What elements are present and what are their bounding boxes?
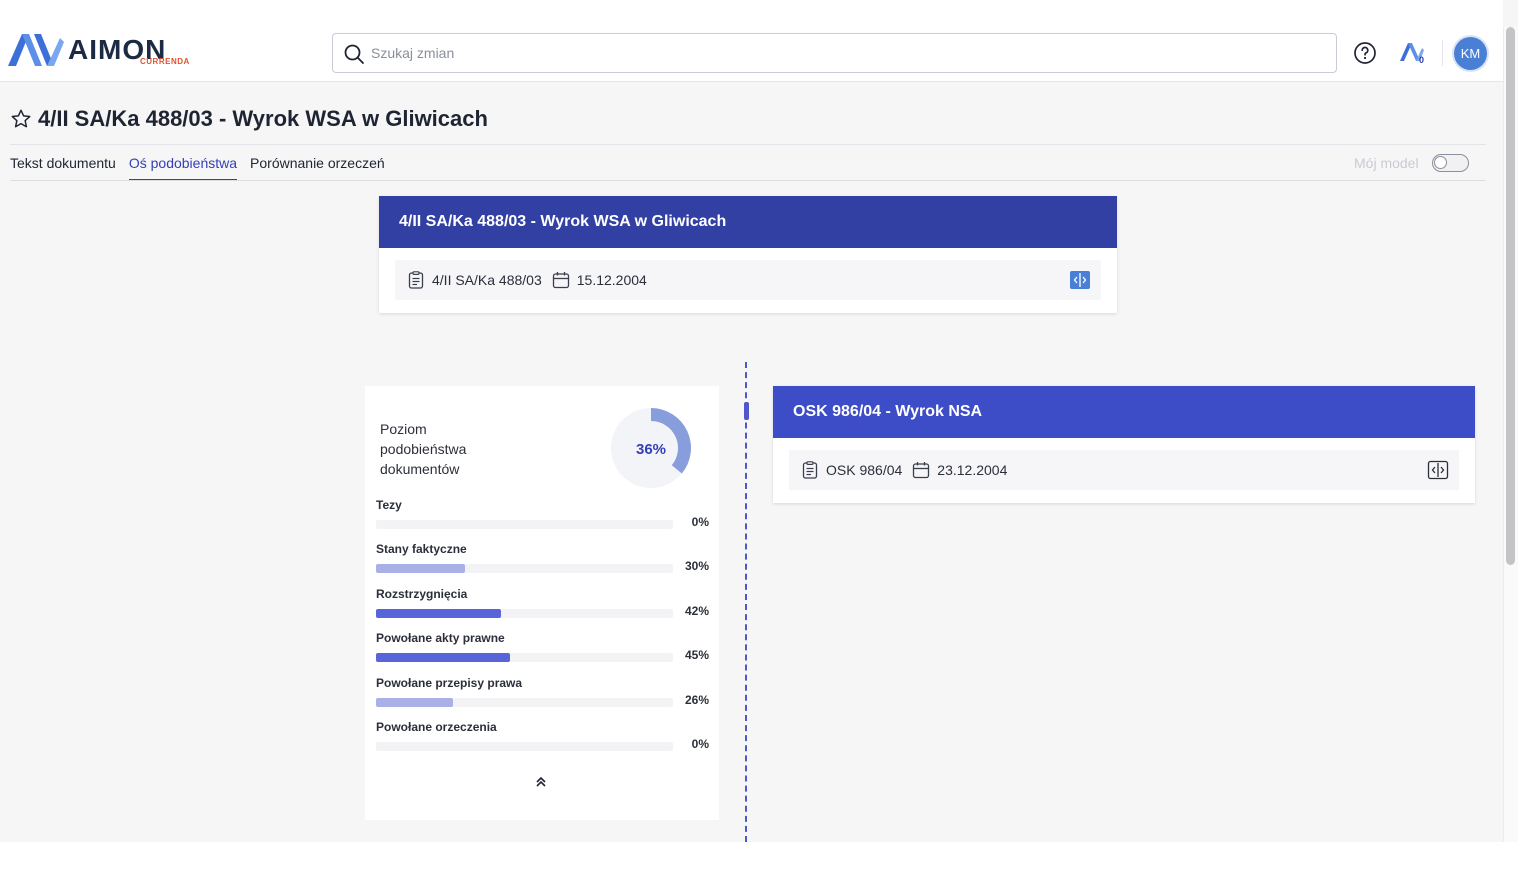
metric-label: Rozstrzygnięcia [376,587,468,601]
calendar-icon [552,272,569,289]
metric-bar [376,653,510,662]
metric-track [376,742,673,751]
top-bar: AIMON CURRENDA 0 KM [0,0,1503,82]
header-divider [1442,40,1443,66]
notifications-button[interactable]: 0 [1400,42,1430,68]
metric-track [376,609,673,618]
user-avatar[interactable]: KM [1454,37,1487,70]
similar-date: 23.12.2004 [937,462,1008,478]
favorite-star-icon[interactable] [10,108,32,130]
collapse-chevrons-icon[interactable] [534,775,548,789]
metric-value: 0% [691,515,709,529]
metric-track [376,564,673,573]
metric-track [376,653,673,662]
metric-value: 26% [684,693,709,707]
metric-track [376,520,673,529]
source-date: 15.12.2004 [576,272,647,288]
title-divider [10,144,1486,145]
my-model-label: Mój model [1354,155,1419,171]
notifications-badge: 0 [1419,55,1425,65]
similarity-overall-value: 36% [636,441,666,458]
tab-similarity-axis[interactable]: Oś podobieństwa [128,154,238,181]
metric-track [376,698,673,707]
metric-value: 30% [684,559,709,573]
aimon-logo[interactable]: AIMON CURRENDA [8,32,190,68]
metric-label: Powołane przepisy prawa [376,676,523,690]
toggle-knob [1434,156,1447,169]
search-icon [344,44,364,64]
metric-facts: Stany faktyczne 30% [376,542,709,582]
metric-cited-rulings: Powołane orzeczenia 0% [376,720,709,760]
metric-theses: Tezy 0% [376,498,709,538]
tab-rulings-comparison[interactable]: Porównanie orzeczeń [250,154,385,181]
similarity-panel: Poziom podobieństwa dokumentów 36% Tezy … [365,386,719,820]
metric-label: Stany faktyczne [376,542,467,556]
source-signature: 4/II SA/Ka 488/03 [432,272,542,288]
document-icon [802,461,818,479]
search-input[interactable] [371,43,1271,63]
similarity-title: Poziom podobieństwa dokumentów [380,421,467,477]
aimon-logo-mark-icon [8,34,64,66]
bottom-margin [0,842,1518,872]
page-title: 4/II SA/Ka 488/03 - Wyrok WSA w Gliwicac… [38,106,488,131]
calendar-icon [913,462,930,479]
document-icon [408,271,424,289]
similarity-axis-line [745,362,747,842]
metric-label: Powołane akty prawne [376,631,505,645]
metric-bar [376,609,501,618]
page-title-row: 4/II SA/Ka 488/03 - Wyrok WSA w Gliwicac… [10,104,488,134]
my-model-toggle[interactable] [1432,154,1469,172]
metric-bar [376,698,454,707]
document-tabs: Tekst dokumentu Oś podobieństwa Porównan… [10,154,398,182]
similarity-donut: 36% [611,408,691,488]
source-card-header: 4/II SA/Ka 488/03 - Wyrok WSA w Gliwicac… [379,196,1117,248]
tab-document-text[interactable]: Tekst dokumentu [10,154,116,181]
compare-icon[interactable] [1427,460,1449,480]
source-card-meta: 4/II SA/Ka 488/03 15.12.2004 [395,260,1101,300]
metric-value: 42% [684,604,709,618]
tabs-divider [10,180,1486,181]
similar-signature: OSK 986/04 [826,462,903,478]
metric-rulings: Rozstrzygnięcia 42% [376,587,709,627]
metric-bar [376,564,466,573]
similar-card-header: OSK 986/04 - Wyrok NSA [773,386,1475,438]
brand-subtitle: CURRENDA [140,57,190,66]
axis-position-marker[interactable] [744,402,749,420]
search-box[interactable] [332,33,1337,73]
metric-value: 45% [684,648,709,662]
metric-legal-acts: Powołane akty prawne 45% [376,631,709,671]
source-document-card[interactable]: 4/II SA/Ka 488/03 - Wyrok WSA w Gliwicac… [379,196,1117,313]
metric-label: Tezy [376,498,402,512]
help-icon[interactable] [1353,41,1377,65]
metric-label: Powołane orzeczenia [376,720,497,734]
similar-card-meta: OSK 986/04 23.12.2004 [789,450,1459,490]
metric-value: 0% [691,737,709,751]
metric-legal-provisions: Powołane przepisy prawa 26% [376,676,709,716]
similar-document-card[interactable]: OSK 986/04 - Wyrok NSA OSK 986/04 23.12.… [773,386,1475,503]
compare-icon[interactable] [1069,270,1091,290]
scrollbar-thumb[interactable] [1506,27,1515,565]
